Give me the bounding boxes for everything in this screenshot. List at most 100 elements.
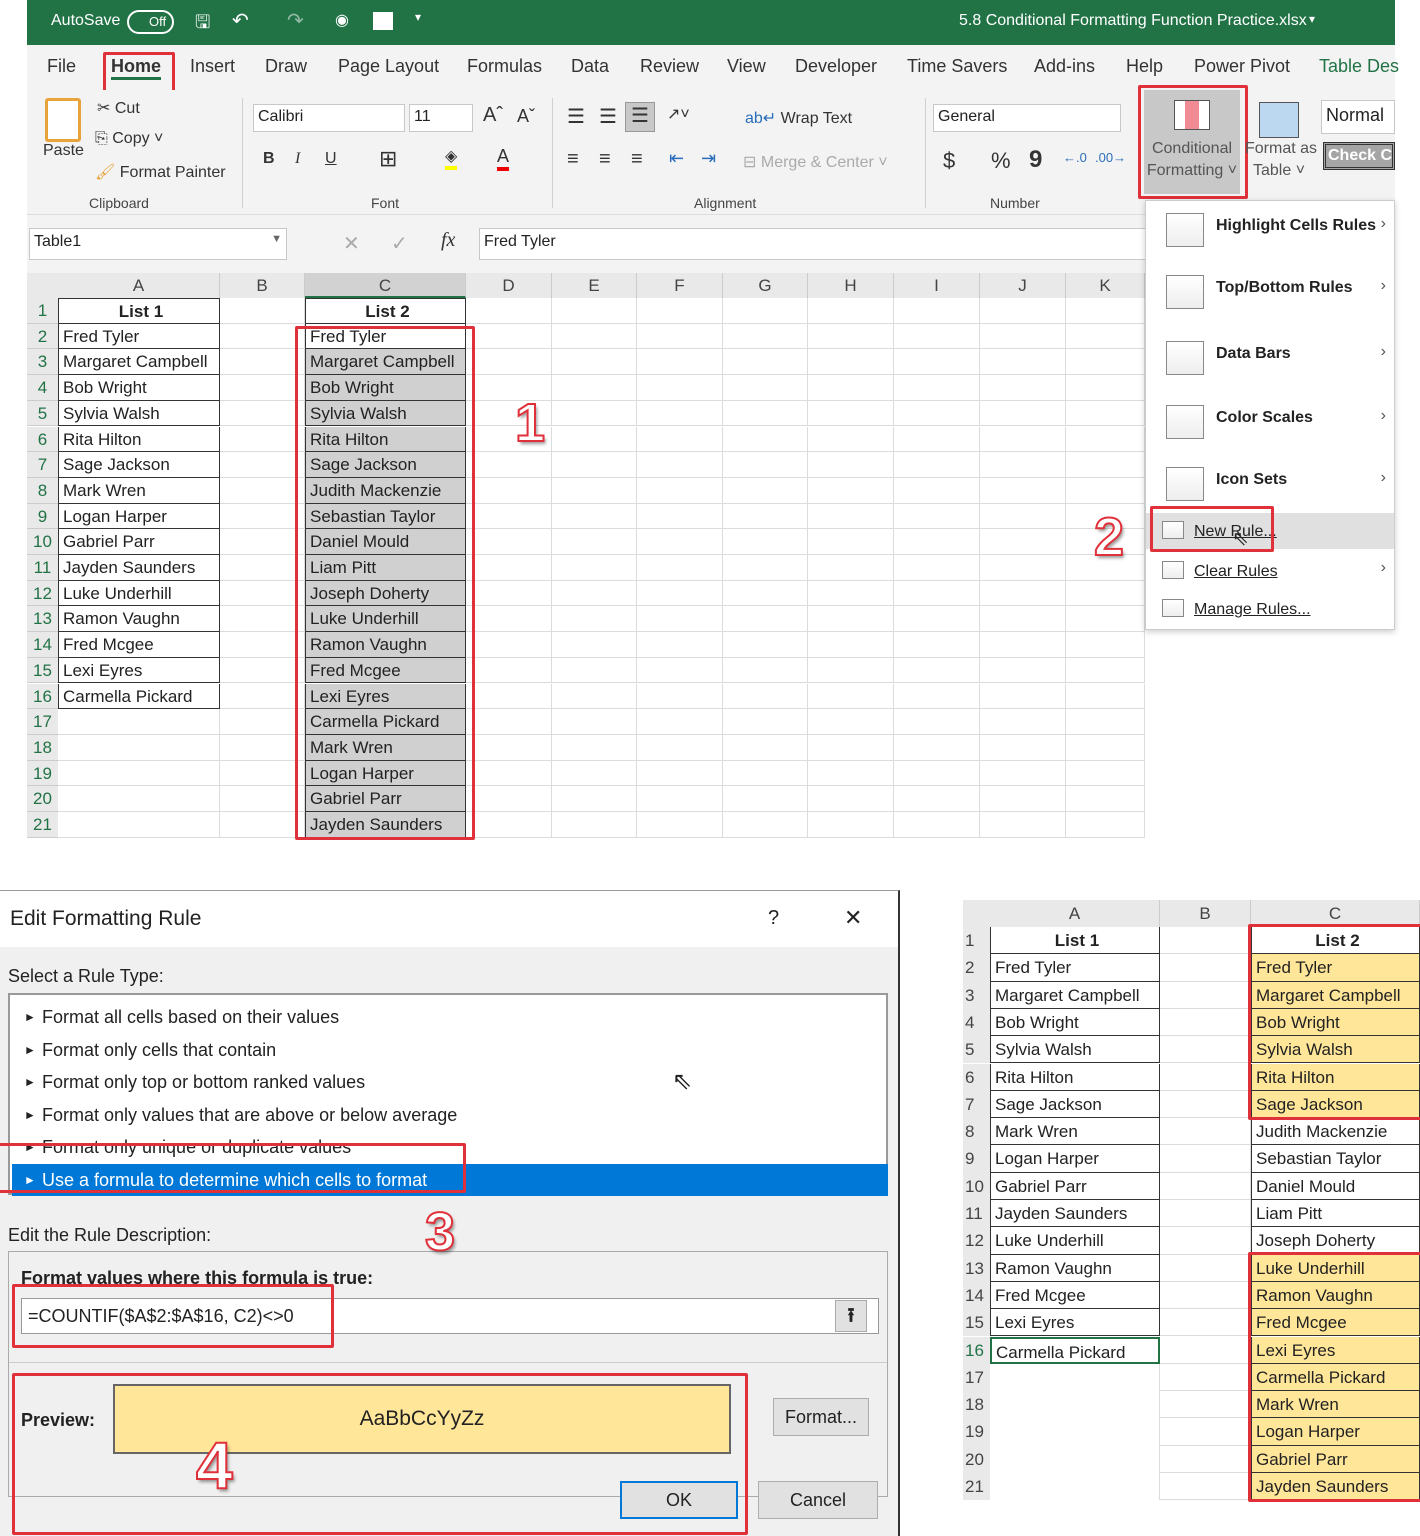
confirm-entry-icon[interactable]: ✓ (391, 231, 408, 256)
grid-cell[interactable] (637, 812, 723, 838)
grid-cell[interactable] (1160, 1254, 1251, 1282)
grid-cell[interactable] (894, 298, 980, 324)
grid-cell[interactable] (808, 375, 894, 401)
grid-cell[interactable] (1160, 1309, 1251, 1337)
column-header-K[interactable]: K (1066, 273, 1145, 298)
align-top-icon[interactable]: ☰ (567, 104, 585, 129)
grid-cell[interactable] (220, 349, 305, 376)
grid-cell[interactable] (220, 426, 305, 453)
help-button[interactable]: ? (768, 907, 779, 930)
paste-button[interactable]: Paste (43, 142, 84, 160)
list1-cell[interactable]: Margaret Campbell (990, 981, 1160, 1009)
list1-cell[interactable]: Logan Harper (58, 503, 220, 530)
list2-cell[interactable]: Daniel Mould (1251, 1172, 1420, 1200)
grid-cell[interactable] (980, 580, 1066, 607)
row-header-1[interactable]: 1 (963, 927, 990, 955)
grid-cell[interactable] (220, 555, 305, 581)
worksheet-grid[interactable]: A B C D E F G H I J K 1 List 1 List 2 2 Fred Tyler Fred … (27, 273, 1145, 838)
italic-button[interactable]: I (295, 150, 300, 168)
grid-cell[interactable] (723, 349, 808, 376)
menu-item-top-bottom-rules[interactable]: Top/Bottom Rules › (1146, 271, 1394, 317)
column-header-F[interactable]: F (637, 273, 723, 298)
list1-cell[interactable]: Jayden Saunders (58, 555, 220, 581)
grid-cell[interactable] (552, 812, 637, 838)
grid-cell[interactable] (808, 709, 894, 735)
grid-cell[interactable] (1066, 812, 1145, 838)
grid-cell[interactable] (723, 503, 808, 530)
list1-cell[interactable]: Fred Mcgee (990, 1281, 1160, 1310)
row-header-19[interactable]: 19 (963, 1418, 990, 1446)
grid-cell[interactable] (466, 349, 552, 376)
name-box[interactable]: Table1 ▼ (29, 228, 287, 260)
row-header-18[interactable]: 18 (963, 1391, 990, 1419)
grid-cell[interactable] (637, 426, 723, 453)
align-center-icon[interactable]: ≡ (599, 148, 611, 171)
column-header-C[interactable]: C (1251, 900, 1420, 927)
number-format-select[interactable]: General (933, 104, 1121, 132)
grid-cell[interactable] (552, 632, 637, 658)
column-header-I[interactable]: I (894, 273, 980, 298)
row-header-20[interactable]: 20 (963, 1445, 990, 1473)
formula-input[interactable]: Fred Tyler (479, 228, 1149, 260)
list1-cell[interactable]: Fred Tyler (990, 954, 1160, 982)
grid-cell[interactable] (894, 580, 980, 607)
row-header-19[interactable]: 19 (27, 760, 58, 787)
grid-cell[interactable] (1066, 375, 1145, 401)
grid-cell[interactable] (894, 606, 980, 633)
grid-cell[interactable] (552, 323, 637, 350)
grid-cell[interactable] (894, 632, 980, 658)
grid-cell[interactable] (980, 529, 1066, 555)
grid-cell[interactable] (808, 555, 894, 581)
grid-cell[interactable] (808, 683, 894, 710)
grid-cell[interactable] (220, 375, 305, 401)
close-button[interactable]: ✕ (844, 905, 862, 931)
grid-cell[interactable] (808, 812, 894, 838)
merge-center-button[interactable]: ⊟ Merge & Center ˅ (743, 152, 888, 172)
increase-decimal-icon[interactable]: ←.0 (1063, 150, 1087, 165)
tab-page-layout[interactable]: Page Layout (338, 56, 439, 77)
select-all-corner[interactable] (27, 273, 58, 298)
grid-cell[interactable] (220, 760, 305, 787)
percent-button[interactable]: % (991, 148, 1011, 174)
list1-cell[interactable]: Sylvia Walsh (990, 1036, 1160, 1064)
grid-cell[interactable] (637, 760, 723, 787)
column-header-D[interactable]: D (466, 273, 552, 298)
menu-item-data-bars[interactable]: Data Bars › (1146, 337, 1394, 383)
align-left-icon[interactable]: ≡ (567, 148, 579, 171)
grid-cell[interactable] (552, 400, 637, 427)
grid-cell[interactable] (637, 349, 723, 376)
row-header-2[interactable]: 2 (963, 954, 990, 982)
grid-cell[interactable] (466, 657, 552, 684)
row-header-21[interactable]: 21 (963, 1473, 990, 1501)
tab-developer[interactable]: Developer (795, 56, 877, 77)
grid-cell[interactable] (980, 606, 1066, 633)
result-grid[interactable]: A B C 1 List 1 List 2 2 Fred Tyler Fred Tyler 3 Ma… (963, 900, 1420, 1505)
grid-cell[interactable] (1160, 1008, 1251, 1037)
tab-draw[interactable]: Draw (265, 56, 307, 77)
grid-cell[interactable] (466, 477, 552, 504)
row-header-8[interactable]: 8 (963, 1118, 990, 1146)
list1-cell[interactable] (990, 1391, 1160, 1419)
row-header-20[interactable]: 20 (27, 786, 58, 812)
grid-cell[interactable] (723, 375, 808, 401)
grid-cell[interactable] (466, 632, 552, 658)
currency-button[interactable]: $ (943, 148, 955, 174)
grid-cell[interactable] (552, 657, 637, 684)
grid-cell[interactable] (1066, 298, 1145, 324)
grid-cell[interactable] (1066, 400, 1145, 427)
grid-cell[interactable] (723, 734, 808, 761)
list1-cell[interactable]: Sage Jackson (990, 1090, 1160, 1119)
row-header-2[interactable]: 2 (27, 323, 58, 350)
grid-cell[interactable] (637, 709, 723, 735)
grid-cell[interactable] (894, 734, 980, 761)
grid-cell[interactable] (980, 298, 1066, 324)
tab-data[interactable]: Data (571, 56, 609, 77)
grid-cell[interactable] (220, 503, 305, 530)
grid-cell[interactable] (894, 323, 980, 350)
grid-cell[interactable] (552, 477, 637, 504)
row-header-8[interactable]: 8 (27, 477, 58, 504)
grid-cell[interactable] (980, 632, 1066, 658)
grid-cell[interactable] (220, 529, 305, 555)
grid-cell[interactable] (220, 477, 305, 504)
grid-cell[interactable] (637, 452, 723, 478)
